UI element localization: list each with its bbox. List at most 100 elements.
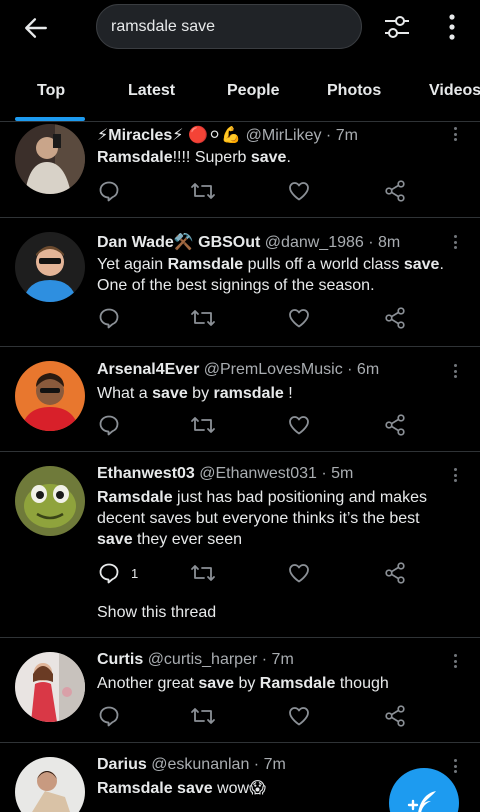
tweet[interactable]: Arsenal4Ever @PremLovesMusic · 6m What a…	[0, 347, 480, 452]
author-name[interactable]: Ethanwest03	[97, 465, 195, 482]
retweet-icon	[191, 708, 215, 724]
text-segment: Another great	[97, 675, 199, 692]
retweet-icon	[191, 183, 215, 199]
tab-top[interactable]: Top	[37, 60, 65, 121]
tweet-menu-button[interactable]	[448, 361, 462, 381]
author-handle: @eskunanlan	[151, 756, 250, 773]
retweet-button[interactable]	[190, 303, 216, 333]
reply-button[interactable]	[97, 410, 131, 440]
tweet-time: · 7m	[253, 756, 286, 773]
share-button[interactable]	[383, 701, 407, 731]
author-name[interactable]: Curtis	[97, 651, 143, 668]
text-segment: though	[335, 675, 389, 692]
retweet-button[interactable]	[190, 410, 216, 440]
tweet-menu-button[interactable]	[448, 465, 462, 485]
tweet-menu-button[interactable]	[448, 651, 462, 671]
share-button[interactable]	[383, 176, 407, 206]
highlighted-keyword: Ramsdale	[97, 489, 173, 506]
tweet-actions: 1	[97, 558, 417, 588]
avatar[interactable]	[15, 124, 85, 194]
highlighted-keyword: save	[403, 256, 440, 273]
tweet-menu-button[interactable]	[448, 124, 462, 144]
retweet-button[interactable]	[190, 558, 216, 588]
tweet-actions	[97, 701, 417, 731]
author-name[interactable]: ⚡Miracles⚡ 🔴⚪💪	[97, 127, 241, 144]
reply-button[interactable]	[97, 303, 131, 333]
tweet[interactable]: Ethanwest03 @Ethanwest031 · 5m Ramsdale …	[0, 452, 480, 638]
avatar[interactable]	[15, 466, 85, 536]
reply-button[interactable]: 1	[97, 558, 138, 588]
search-tabs: Top Latest People Photos Videos	[0, 60, 480, 122]
highlighted-keyword: Ramsdale	[97, 149, 173, 166]
author-handle: @PremLovesMusic	[203, 361, 343, 378]
tweet[interactable]: ⚡Miracles⚡ 🔴⚪💪 @MirLikey · 7m Ramsdale!!…	[0, 122, 480, 218]
avatar[interactable]	[15, 757, 85, 812]
tweet[interactable]: Dan Wade⚒️ GBSOut @danw_1986 · 8m Yet ag…	[0, 218, 480, 347]
tweet-text: Ramsdale!!!! Superb save.	[97, 147, 457, 168]
reply-button[interactable]	[97, 176, 131, 206]
tab-photos[interactable]: Photos	[327, 60, 381, 121]
tweet-text: Ramsdale just has bad positioning and ma…	[97, 487, 457, 550]
share-button[interactable]	[383, 303, 407, 333]
text-segment: Yet again	[97, 256, 168, 273]
avatar[interactable]	[15, 652, 85, 722]
tweet-header: Arsenal4Ever @PremLovesMusic · 6m	[97, 361, 379, 379]
share-button[interactable]	[383, 410, 407, 440]
author-name[interactable]: Dan Wade⚒️ GBSOut	[97, 234, 260, 251]
like-button[interactable]	[287, 410, 311, 440]
share-icon	[385, 705, 405, 727]
search-box[interactable]	[96, 4, 362, 49]
heart-icon	[289, 416, 309, 435]
highlighted-keyword: save	[152, 385, 188, 402]
compose-icon	[407, 791, 436, 812]
tweet-header: ⚡Miracles⚡ 🔴⚪💪 @MirLikey · 7m	[97, 125, 358, 145]
more-options-button[interactable]	[440, 10, 464, 44]
text-segment: !	[283, 385, 293, 402]
heart-icon	[289, 564, 309, 583]
tab-videos[interactable]: Videos	[429, 60, 480, 121]
heart-icon	[289, 707, 309, 726]
like-button[interactable]	[287, 176, 311, 206]
tweet-text: Another great save by Ramsdale though	[97, 673, 457, 694]
avatar[interactable]	[15, 232, 85, 302]
search-filter-button[interactable]	[380, 10, 414, 44]
sliders-icon	[385, 16, 409, 38]
like-button[interactable]	[287, 701, 311, 731]
reply-icon	[99, 181, 119, 202]
tab-latest[interactable]: Latest	[128, 60, 175, 121]
text-segment: .	[286, 149, 291, 166]
author-handle: @curtis_harper	[147, 651, 258, 668]
tweet-text: Yet again Ramsdale pulls off a world cla…	[97, 254, 457, 296]
text-segment: pulls off a world class	[243, 256, 404, 273]
avatar[interactable]	[15, 361, 85, 431]
like-button[interactable]	[287, 558, 311, 588]
reply-count: 1	[131, 565, 139, 581]
reply-button[interactable]	[97, 701, 131, 731]
highlighted-keyword: save	[198, 675, 234, 692]
tweet-menu-button[interactable]	[448, 756, 462, 776]
share-button[interactable]	[383, 558, 407, 588]
active-tab-indicator	[15, 117, 85, 121]
retweet-button[interactable]	[190, 176, 216, 206]
heart-icon	[289, 182, 309, 201]
retweet-button[interactable]	[190, 701, 216, 731]
reply-icon	[99, 308, 119, 329]
author-name[interactable]: Arsenal4Ever	[97, 361, 199, 378]
author-name[interactable]: Darius	[97, 756, 147, 773]
tweet-text: What a save by ramsdale !	[97, 383, 457, 404]
tweet-feed[interactable]: ⚡Miracles⚡ 🔴⚪💪 @MirLikey · 7m Ramsdale!!…	[0, 122, 480, 812]
show-thread-link[interactable]: Show this thread	[97, 604, 216, 622]
share-icon	[385, 307, 405, 329]
back-button[interactable]	[20, 12, 52, 44]
tweet-actions	[97, 410, 417, 440]
share-icon	[385, 180, 405, 202]
tweet-menu-button[interactable]	[448, 232, 462, 252]
highlighted-keyword: Ramsdale save	[97, 780, 213, 797]
tweet[interactable]: Curtis @curtis_harper · 7m Another great…	[0, 638, 480, 743]
tweet-time: · 5m	[321, 465, 354, 482]
share-icon	[385, 562, 405, 584]
search-input[interactable]	[111, 17, 361, 36]
like-button[interactable]	[287, 303, 311, 333]
tab-people[interactable]: People	[227, 60, 279, 121]
author-handle: @Ethanwest031	[199, 465, 317, 482]
